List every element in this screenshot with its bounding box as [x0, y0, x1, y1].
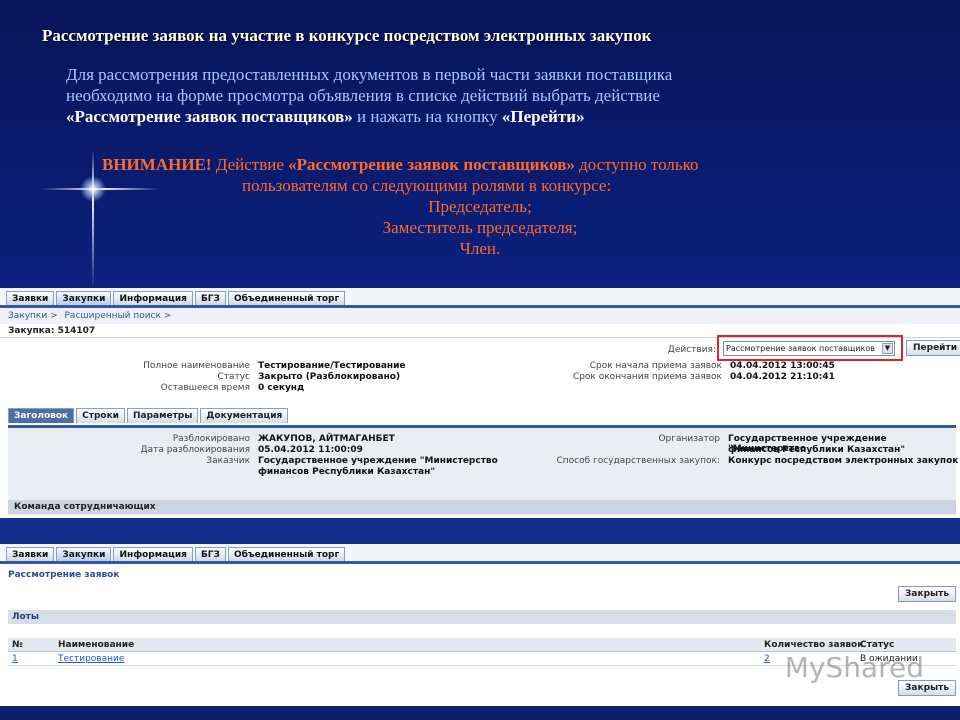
field-label: Организатор: [658, 434, 720, 444]
role-item: Заместитель председателя;: [382, 218, 578, 237]
role-item: Председатель;: [428, 197, 532, 216]
purchase-view-screenshot: Заявки Закупки Информация БГЗ Объединенн…: [0, 288, 960, 518]
team-header[interactable]: Команда сотрудничающих: [8, 500, 956, 514]
tab-header[interactable]: Заголовок: [8, 408, 75, 423]
tab-lines[interactable]: Строки: [76, 408, 125, 423]
field-label: Способ государственных закупок:: [556, 456, 720, 466]
instruction-paragraph: Для рассмотрения предоставленных докумен…: [66, 64, 926, 127]
breadcrumb-purchases[interactable]: Закупки >: [8, 311, 58, 321]
field-label: Полное наименование: [143, 361, 250, 371]
warning-label: ВНИМАНИЕ!: [102, 155, 212, 174]
warning-block: ВНИМАНИЕ! Действие «Рассмотрение заявок …: [102, 154, 862, 196]
main-tabs: Заявки Закупки Информация БГЗ Объединенн…: [0, 288, 960, 308]
slide-title: Рассмотрение заявок на участие в конкурс…: [42, 26, 652, 45]
instruction-line-1: Для рассмотрения предоставленных докумен…: [66, 65, 673, 84]
table-header: № Наименование Количество заявок Статус: [8, 638, 956, 652]
tab-applications[interactable]: Заявки: [6, 291, 55, 305]
action-select-value: Рассмотрение заявок поставщиков: [726, 344, 875, 353]
roles-list: Председатель; Заместитель председателя; …: [240, 196, 720, 259]
field-label: Разблокировано: [172, 434, 250, 444]
field-value: 05.04.2012 11:00:09: [258, 445, 363, 455]
field-label: Статус: [217, 372, 250, 382]
field-label: Дата разблокирования: [140, 445, 250, 455]
field-label: Срок начала приема заявок: [589, 361, 722, 371]
tab-applications[interactable]: Заявки: [6, 547, 55, 561]
tab-joint-tender[interactable]: Объединенный торг: [227, 547, 346, 561]
instruction-line-2: необходимо на форме просмотра объявления…: [66, 86, 660, 105]
chevron-down-icon: ▼: [882, 343, 893, 354]
field-value: финансов Республики Казахстан": [258, 467, 436, 477]
field-value: Тестирование/Тестирование: [258, 361, 406, 371]
tab-parameters[interactable]: Параметры: [127, 408, 199, 423]
warning-text-1: Действие: [215, 155, 289, 174]
tab-purchases[interactable]: Закупки: [56, 291, 112, 305]
close-button[interactable]: Закрыть: [898, 586, 957, 602]
field-value: 0 секунд: [258, 383, 305, 393]
tab-bgz[interactable]: БГЗ: [194, 291, 226, 305]
page-title: Рассмотрение заявок: [8, 570, 120, 580]
role-item: Член.: [459, 239, 501, 258]
warning-line-2: пользователям со следующими ролями в кон…: [242, 176, 612, 195]
tab-information[interactable]: Информация: [113, 547, 193, 561]
instruction-button-name: «Перейти»: [501, 107, 585, 126]
field-value: Государственное учреждение "Министерство: [258, 456, 498, 466]
review-applications-screenshot: Заявки Закупки Информация БГЗ Объединенн…: [0, 544, 960, 706]
field-label: Заказчик: [206, 456, 250, 466]
lot-count-link[interactable]: 2: [764, 654, 770, 664]
column-name: Наименование: [58, 640, 135, 650]
field-value: Конкурс посредством электронных закупок: [728, 456, 959, 466]
warning-text-2: доступно только: [574, 155, 699, 174]
column-count: Количество заявок: [764, 640, 864, 650]
instruction-line-3: «Рассмотрение заявок поставщиков» и нажа…: [66, 106, 926, 127]
lot-name-link[interactable]: Тестирование: [58, 654, 124, 664]
breadcrumb-advanced-search[interactable]: Расширенный поиск >: [65, 311, 172, 321]
field-value: 04.04.2012 21:10:41: [730, 372, 835, 382]
field-value: ЖАКУПОВ, АЙТМАГАНБЕТ: [258, 434, 395, 444]
field-value: финансов Республики Казахстан": [728, 445, 906, 455]
field-label: Срок окончания приема заявок: [572, 372, 722, 382]
lots-section-header: Лоты: [8, 610, 956, 624]
watermark: MyShared: [784, 651, 924, 684]
lot-number-link[interactable]: 1: [12, 654, 18, 664]
field-value: Закрыто (Разблокировано): [258, 372, 401, 382]
action-select[interactable]: Рассмотрение заявок поставщиков ▼: [723, 341, 895, 356]
tab-information[interactable]: Информация: [113, 291, 193, 305]
breadcrumb: Закупки > Расширенный поиск >: [0, 308, 960, 324]
instruction-mid: и нажать на кнопку: [352, 107, 502, 126]
field-value: 04.04.2012 13:00:45: [730, 361, 835, 371]
tab-bgz[interactable]: БГЗ: [194, 547, 226, 561]
main-tabs: Заявки Закупки Информация БГЗ Объединенн…: [0, 544, 960, 564]
action-label: Действия:: [667, 345, 716, 355]
column-number: №: [12, 640, 23, 650]
detail-tabs: Заголовок Строки Параметры Документация: [8, 408, 290, 423]
go-button[interactable]: Перейти: [906, 340, 960, 356]
field-label: Оставшееся время: [160, 383, 250, 393]
column-status: Статус: [860, 640, 895, 650]
instruction-action: «Рассмотрение заявок поставщиков»: [66, 107, 353, 126]
tab-purchases[interactable]: Закупки: [56, 547, 112, 561]
tab-joint-tender[interactable]: Объединенный торг: [227, 291, 346, 305]
tab-documentation[interactable]: Документация: [200, 408, 289, 423]
warning-action: «Рассмотрение заявок поставщиков»: [288, 155, 575, 174]
sparkle-vertical: [92, 150, 94, 290]
